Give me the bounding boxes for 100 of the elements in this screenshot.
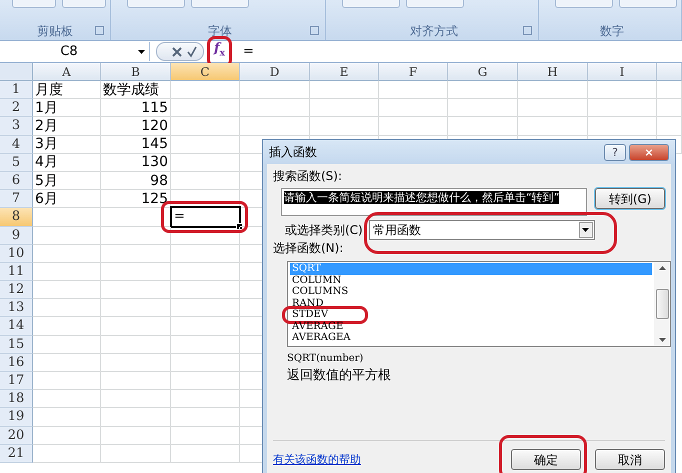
- table-cell[interactable]: [101, 317, 171, 336]
- ribbon-button[interactable]: [12, 0, 56, 8]
- table-cell[interactable]: [101, 262, 171, 282]
- row-number[interactable]: 2: [0, 99, 33, 118]
- table-cell[interactable]: [588, 117, 657, 136]
- table-cell[interactable]: [33, 244, 101, 263]
- table-cell[interactable]: 6月: [33, 190, 101, 208]
- table-cell[interactable]: [33, 281, 101, 300]
- table-cell[interactable]: [240, 81, 310, 100]
- table-cell[interactable]: [448, 99, 518, 118]
- table-cell[interactable]: 4月: [33, 154, 101, 172]
- row-number[interactable]: 12: [0, 281, 33, 300]
- table-cell[interactable]: [101, 426, 171, 445]
- row-number[interactable]: 5: [0, 154, 33, 172]
- table-cell[interactable]: 数学成绩: [101, 81, 171, 100]
- row-number[interactable]: 11: [0, 262, 33, 282]
- function-list-item[interactable]: AVERAGEA: [290, 332, 352, 344]
- table-cell[interactable]: 145: [101, 136, 171, 154]
- row-number[interactable]: 8: [0, 208, 33, 226]
- header-cell[interactable]: I: [588, 63, 657, 81]
- table-cell[interactable]: 98: [101, 172, 171, 190]
- table-cell[interactable]: [171, 136, 240, 154]
- table-cell[interactable]: [33, 208, 101, 226]
- table-cell[interactable]: [101, 281, 171, 300]
- table-cell[interactable]: [240, 99, 310, 118]
- table-cell[interactable]: [588, 99, 657, 118]
- table-cell[interactable]: [379, 81, 448, 100]
- table-cell[interactable]: [657, 81, 682, 100]
- row-number[interactable]: 6: [0, 172, 33, 190]
- table-cell[interactable]: [33, 372, 101, 390]
- table-cell[interactable]: [171, 262, 240, 282]
- table-cell[interactable]: [33, 226, 101, 245]
- table-cell[interactable]: [171, 317, 240, 336]
- table-cell[interactable]: [171, 281, 240, 300]
- table-cell[interactable]: [310, 99, 379, 118]
- table-cell[interactable]: [379, 117, 448, 136]
- table-cell[interactable]: [101, 408, 171, 427]
- table-cell[interactable]: [171, 99, 240, 118]
- table-cell[interactable]: [33, 426, 101, 445]
- dialog-button[interactable]: 确定: [511, 449, 581, 470]
- row-number[interactable]: 9: [0, 226, 33, 245]
- search-field[interactable]: 请输入一条简短说明来描述您想做什么，然后单击“转到”: [281, 188, 588, 216]
- header-cell[interactable]: H: [518, 63, 588, 81]
- table-cell[interactable]: [171, 354, 240, 372]
- ribbon-button[interactable]: [555, 0, 613, 8]
- table-cell[interactable]: [33, 444, 101, 463]
- table-cell[interactable]: [171, 172, 240, 190]
- table-cell[interactable]: [518, 117, 588, 136]
- ribbon-button[interactable]: [406, 0, 464, 8]
- go-button[interactable]: 转到(G): [595, 188, 665, 209]
- function-list-item[interactable]: STDEV: [290, 309, 352, 320]
- table-cell[interactable]: [171, 244, 240, 263]
- row-number[interactable]: 15: [0, 336, 33, 354]
- header-cell[interactable]: E: [310, 63, 379, 81]
- table-cell[interactable]: [33, 262, 101, 282]
- ribbon-button[interactable]: [62, 0, 106, 8]
- row-number[interactable]: 10: [0, 244, 33, 263]
- table-cell[interactable]: [33, 317, 101, 336]
- table-cell[interactable]: 月度: [33, 81, 101, 100]
- scroll-thumb[interactable]: [656, 289, 668, 319]
- ribbon-button[interactable]: [342, 0, 400, 8]
- row-number[interactable]: 13: [0, 299, 33, 318]
- check-icon[interactable]: [187, 46, 197, 58]
- function-list-item[interactable]: AVERAGE: [290, 320, 352, 332]
- table-cell[interactable]: 120: [101, 117, 171, 136]
- table-cell[interactable]: 130: [101, 154, 171, 172]
- table-cell[interactable]: [171, 408, 240, 427]
- header-cell[interactable]: [657, 63, 682, 81]
- formula-field[interactable]: =: [242, 44, 254, 59]
- launcher-icon[interactable]: [95, 26, 104, 35]
- table-cell[interactable]: 3月: [33, 136, 101, 154]
- header-cell[interactable]: D: [240, 63, 310, 81]
- table-cell[interactable]: [448, 117, 518, 136]
- table-cell[interactable]: [33, 408, 101, 427]
- table-cell[interactable]: [240, 117, 310, 136]
- table-cell[interactable]: [33, 336, 101, 354]
- category-dropdown[interactable]: 常用函数: [368, 220, 595, 240]
- table-cell[interactable]: [657, 99, 682, 118]
- table-cell[interactable]: [101, 372, 171, 390]
- table-cell[interactable]: [101, 354, 171, 372]
- launcher-icon[interactable]: [310, 26, 319, 35]
- table-cell[interactable]: [310, 81, 379, 100]
- table-cell[interactable]: [101, 244, 171, 263]
- table-cell[interactable]: [101, 390, 171, 408]
- table-cell[interactable]: 2月: [33, 117, 101, 136]
- table-cell[interactable]: [33, 299, 101, 318]
- table-cell[interactable]: 5月: [33, 172, 101, 190]
- function-list-item[interactable]: COLUMNS: [290, 286, 352, 298]
- table-cell[interactable]: [657, 117, 682, 136]
- help-button[interactable]: ?: [604, 144, 626, 160]
- table-cell[interactable]: [101, 299, 171, 318]
- row-number[interactable]: 18: [0, 390, 33, 408]
- ribbon-button[interactable]: [127, 0, 185, 8]
- header-cell[interactable]: B: [101, 63, 171, 81]
- table-cell[interactable]: 115: [101, 99, 171, 118]
- dialog-button[interactable]: 取消: [595, 449, 665, 470]
- table-cell[interactable]: [171, 390, 240, 408]
- function-list-item[interactable]: COLUMN: [290, 274, 352, 286]
- scrollbar[interactable]: [654, 262, 670, 346]
- table-cell[interactable]: [171, 426, 240, 445]
